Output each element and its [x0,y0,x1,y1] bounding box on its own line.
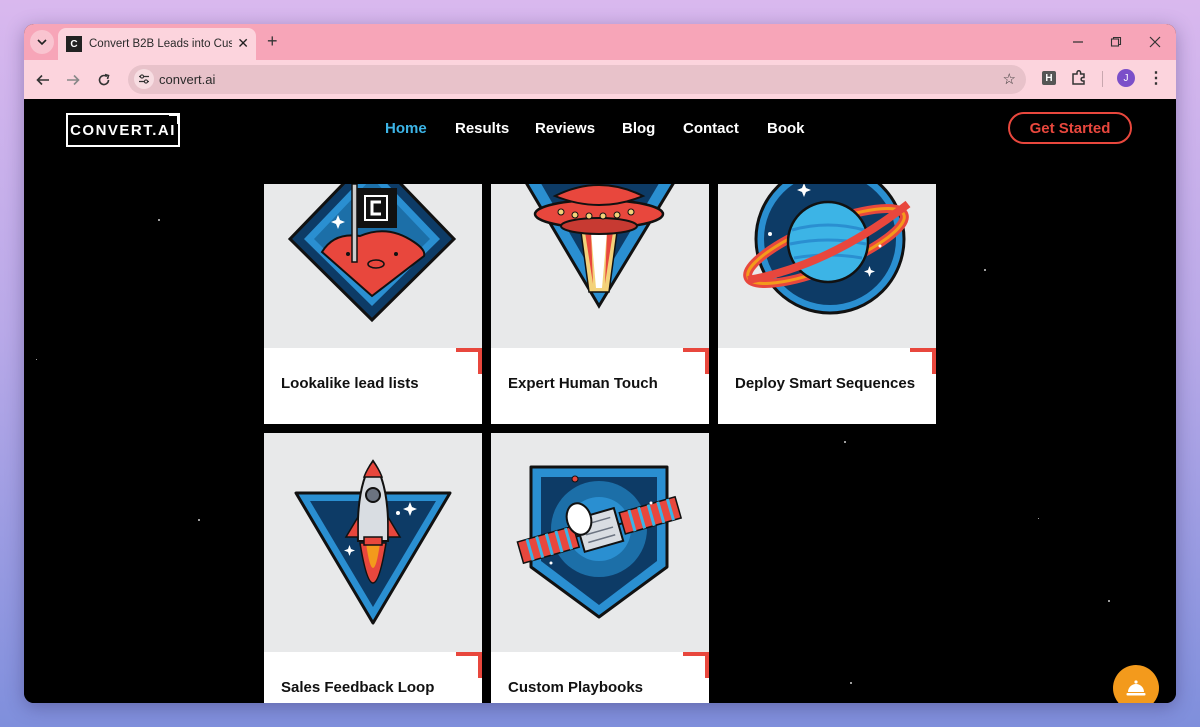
site-logo[interactable]: CONVERT.AI [66,113,180,147]
restore-icon [1110,36,1122,47]
favicon-icon: C [66,36,82,52]
minimize-icon [1073,41,1083,43]
toolbar-divider [1102,71,1103,87]
star-dot [198,519,200,521]
tab-search-button[interactable] [30,30,54,54]
reload-icon [98,73,110,86]
star-dot [850,682,852,684]
card-title: Custom Playbooks [508,679,644,696]
card-corner-accent [683,348,709,374]
card-title: Deploy Smart Sequences [735,375,916,392]
tab-title: Convert B2B Leads into Custom [89,38,232,50]
nav-blog[interactable]: Blog [622,120,655,137]
card-corner-accent [683,652,709,678]
satellite-badge-icon [516,465,683,619]
rocket-badge-icon [294,459,452,625]
tune-icon [139,74,149,84]
card-corner-accent [456,348,482,374]
star-dot [36,359,37,360]
extension-h-icon[interactable]: H [1042,71,1056,85]
logo-text: CONVERT.AI [70,121,176,139]
new-tab-button[interactable]: + [267,31,278,51]
card-illustration [718,184,936,348]
extensions-puzzle-icon[interactable] [1070,69,1088,87]
back-button[interactable] [31,68,55,92]
page-content: CONVERT.AI Home Results Reviews Blog Con… [24,99,1176,703]
logo-corner-accent [169,113,180,124]
site-header: CONVERT.AI Home Results Reviews Blog Con… [24,99,1176,157]
site-info-button[interactable] [134,69,154,89]
feature-card[interactable]: Expert Human Touch [491,184,709,424]
get-started-button[interactable]: Get Started [1008,112,1132,144]
feature-card[interactable]: Deploy Smart Sequences [718,184,936,424]
profile-avatar[interactable]: J [1117,69,1135,87]
address-bar[interactable]: convert.ai ☆ [128,65,1026,94]
star-dot [984,269,986,271]
feature-card[interactable]: Custom Playbooks [491,433,709,703]
star-dot [1038,518,1039,519]
card-illustration [264,184,482,348]
card-corner-accent [456,652,482,678]
browser-tab[interactable]: C Convert B2B Leads into Custom ✕ [58,28,256,60]
planet-badge-icon [743,184,911,315]
restore-button[interactable] [1097,24,1135,60]
browser-toolbar: convert.ai ☆ H J ⋮ [24,60,1176,99]
close-icon [1149,36,1161,48]
browser-menu-icon[interactable]: ⋮ [1148,68,1164,88]
minimize-button[interactable] [1059,24,1097,60]
chevron-down-icon [37,39,47,46]
star-dot [158,219,160,221]
nav-book[interactable]: Book [767,120,805,137]
bell-icon [1126,680,1146,696]
feature-card[interactable]: Lookalike lead lists [264,184,482,424]
card-title: Sales Feedback Loop [281,679,435,696]
tab-strip: C Convert B2B Leads into Custom ✕ + [24,24,1176,60]
card-illustration [491,433,709,652]
feature-card[interactable]: Sales Feedback Loop [264,433,482,703]
nav-reviews[interactable]: Reviews [535,120,595,137]
nav-contact[interactable]: Contact [683,120,739,137]
nav-home[interactable]: Home [385,120,427,137]
url-text: convert.ai [159,72,216,87]
ufo-badge-icon [525,184,675,309]
card-title: Expert Human Touch [508,375,658,392]
reload-button[interactable] [92,68,116,92]
star-dot [844,441,846,443]
card-corner-accent [910,348,936,374]
bookmark-star-icon[interactable]: ☆ [1003,70,1016,88]
concierge-bell-button[interactable] [1113,665,1159,703]
arrow-right-icon [67,74,80,86]
forward-button[interactable] [61,68,85,92]
moon-flag-badge-icon [287,184,457,323]
close-window-button[interactable] [1136,24,1174,60]
nav-results[interactable]: Results [455,120,509,137]
card-illustration [264,433,482,652]
card-title: Lookalike lead lists [281,375,419,392]
browser-window: C Convert B2B Leads into Custom ✕ + [24,24,1176,703]
card-illustration [491,184,709,348]
arrow-left-icon [36,74,49,86]
close-tab-icon[interactable]: ✕ [237,36,249,50]
star-dot [1108,600,1110,602]
